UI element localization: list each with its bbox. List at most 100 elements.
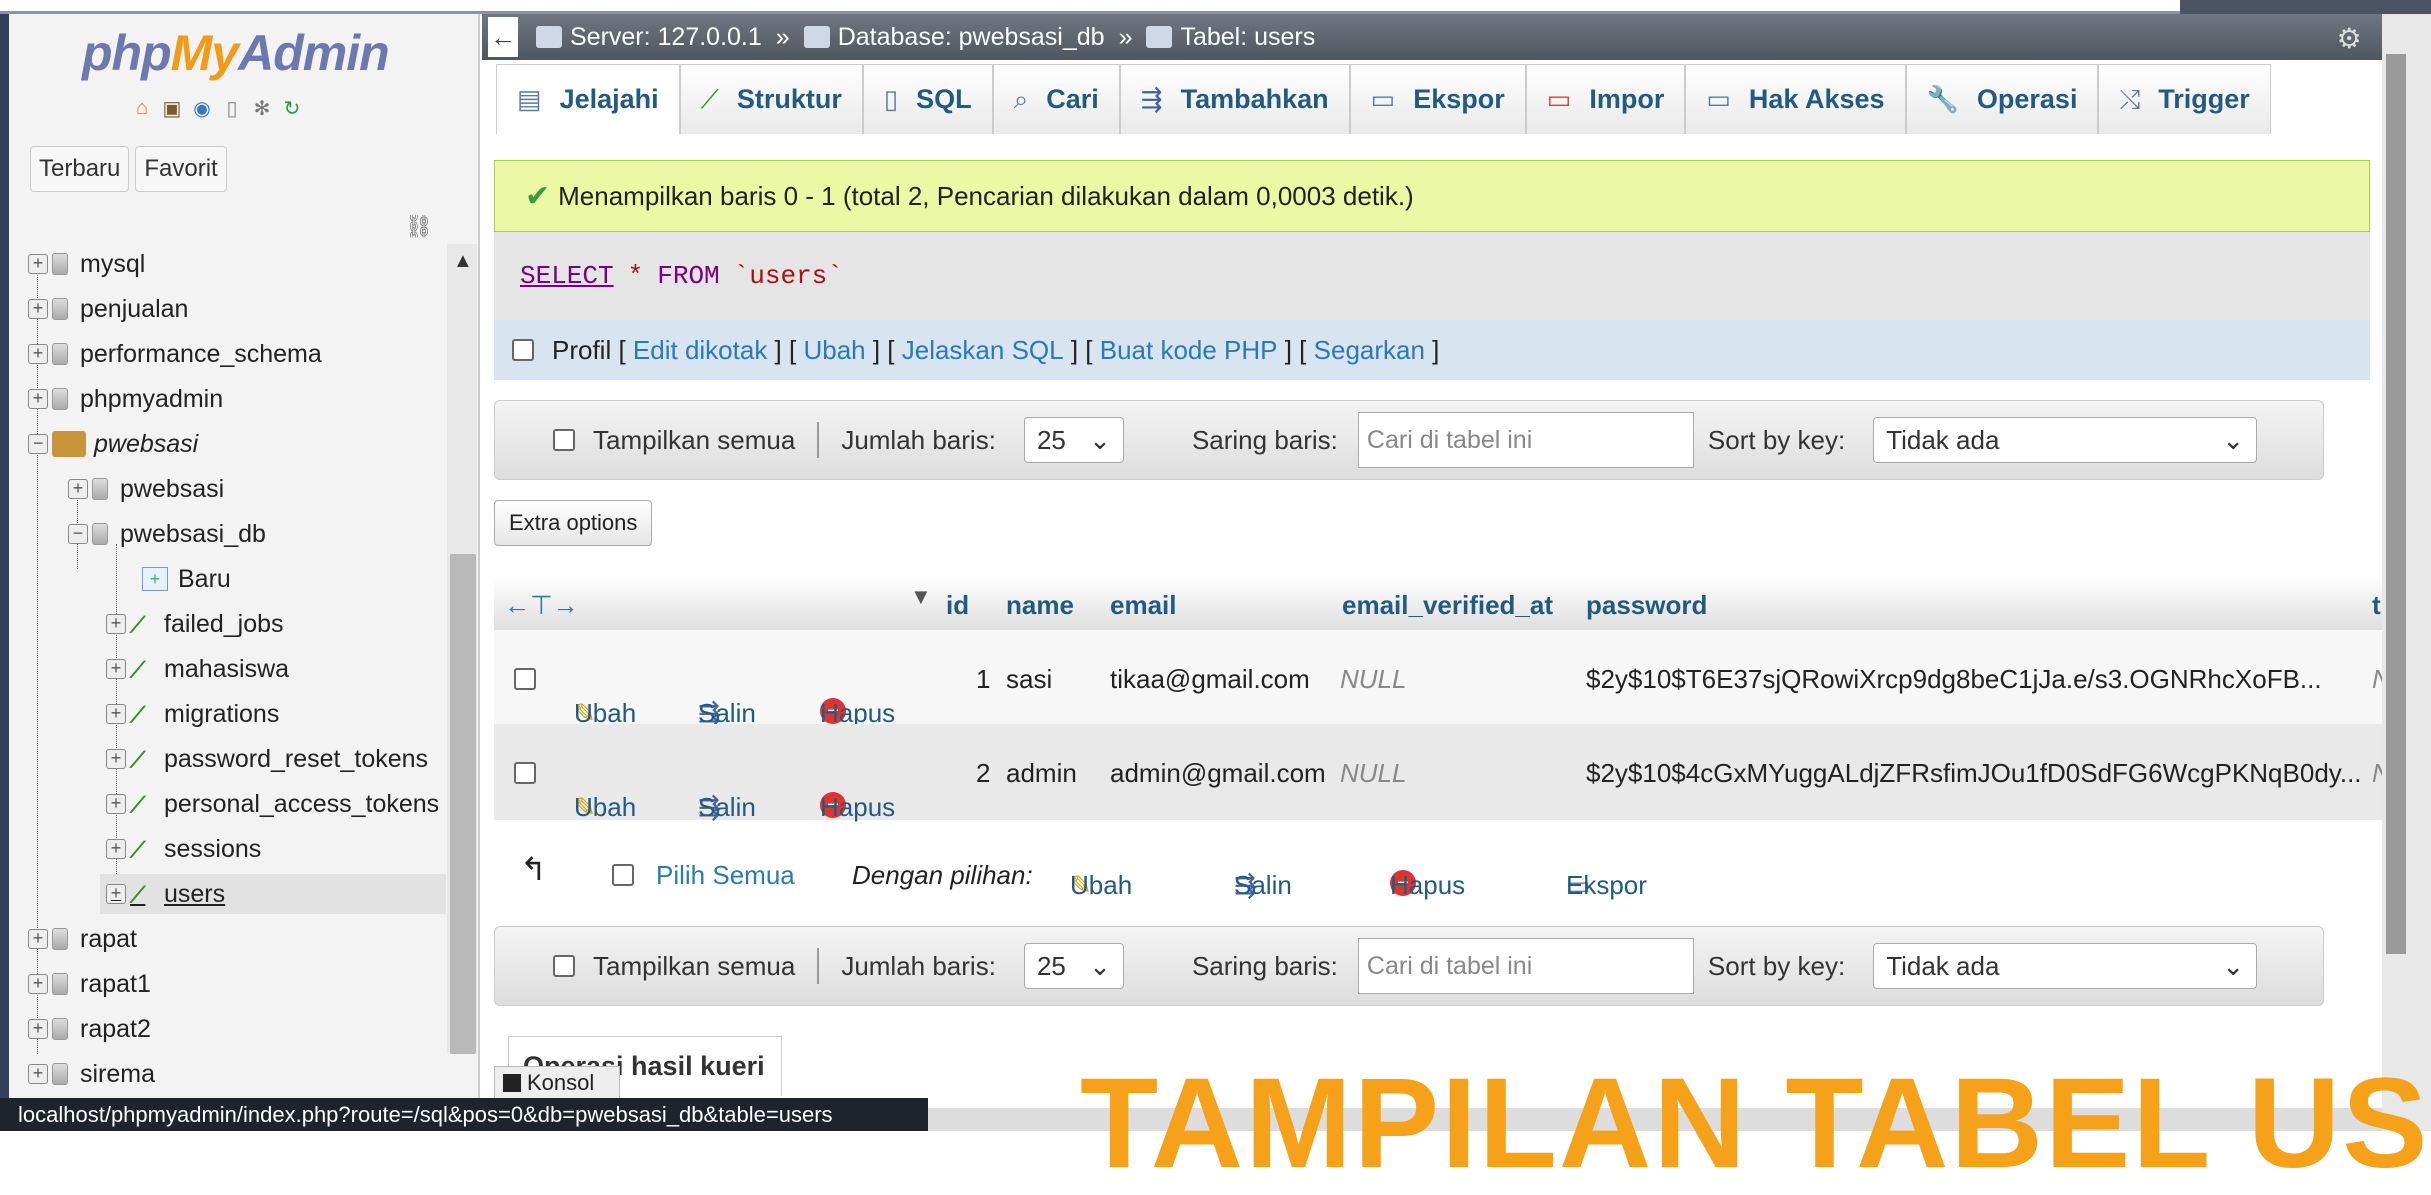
expand-icon[interactable]: + [106,659,126,679]
tree-item-pwebsasi-group[interactable]: − pwebsasi [28,424,198,464]
sort-triangle-icon[interactable]: ▼ [910,584,932,610]
cell-email-verified-at[interactable]: NULL [1340,664,1406,695]
reload-icon[interactable]: ↻ [280,96,304,120]
explain-sql-link[interactable]: Jelaskan SQL [902,335,1064,366]
page-scroll-thumb[interactable] [2386,54,2406,954]
expand-icon[interactable]: + [106,704,126,724]
tree-item-sessions[interactable]: + ⟋ sessions [106,829,261,869]
column-arrows-icon[interactable]: ←⊤→ [504,590,579,621]
exit-icon[interactable]: ▣ [160,96,184,120]
expand-icon[interactable]: + [28,1064,48,1084]
expand-icon[interactable]: + [106,614,126,634]
cell-password[interactable]: $2y$10$T6E37sjQRowiXrcp9dg8beC1jJa.e/s3.… [1586,664,2322,695]
sort-select[interactable]: Tidak ada ⌄ [1873,943,2258,989]
tab-search[interactable]: ⌕ Cari [992,64,1120,134]
tree-item-pwebsasi-db[interactable]: − pwebsasi_db [68,514,266,554]
expand-icon[interactable]: + [28,389,48,409]
show-all-checkbox[interactable] [553,955,575,977]
select-all-link[interactable]: Pilih Semua [656,860,795,891]
filter-input[interactable]: Cari di tabel ini [1357,412,1694,468]
create-php-code-link[interactable]: Buat kode PHP [1100,335,1278,366]
expand-icon[interactable]: + [106,839,126,859]
tree-item-mahasiswa[interactable]: + ⟋ mahasiswa [106,649,289,689]
cell-email-verified-at[interactable]: NULL [1340,758,1406,789]
sql-keyword-select[interactable]: SELECT [520,261,614,291]
tree-item-new-table[interactable]: + Baru [142,559,231,599]
tree-item-sirema[interactable]: + sirema [28,1054,155,1094]
row-checkbox[interactable] [514,762,536,784]
tab-operations[interactable]: 🔧 Operasi [1905,64,2099,134]
cell-password[interactable]: $2y$10$4cGxMYuggALdjZFRsfimJOu1fD0SdFG6W… [1586,758,2362,789]
expand-icon[interactable]: + [106,794,126,814]
tree-item-password-reset-tokens[interactable]: + ⟋ password_reset_tokens [106,739,448,779]
tree-item-penjualan[interactable]: + penjualan [28,289,188,329]
extra-options-button[interactable]: Extra options [494,500,653,546]
cell-name[interactable]: admin [1006,758,1077,789]
cell-email[interactable]: admin@gmail.com [1110,758,1326,789]
cell-email[interactable]: tikaa@gmail.com [1110,664,1310,695]
link-icon[interactable]: ⛓ [405,214,433,240]
tab-structure[interactable]: ⟋ Struktur [679,64,863,134]
tab-sql[interactable]: ▯ SQL [862,64,993,134]
column-header-email-verified-at[interactable]: email_verified_at [1342,590,1553,621]
edit-inline-link[interactable]: Edit dikotak [633,335,767,366]
tab-export[interactable]: ▭ Ekspor [1349,64,1526,134]
page-scrollbar[interactable] [2382,14,2431,1131]
rows-select[interactable]: 25 ⌄ [1023,943,1124,989]
expand-icon[interactable]: + [106,749,126,769]
collapse-nav-button[interactable]: ← [488,17,518,57]
tree-item-migrations[interactable]: + ⟋ migrations [106,694,279,734]
column-header-truncated[interactable]: t [2372,590,2381,621]
cell-name[interactable]: sasi [1006,664,1052,695]
tab-privileges[interactable]: ▭ Hak Akses [1685,64,1906,134]
cell-id[interactable]: 2 [976,758,990,789]
tree-item-users[interactable]: + ⟋ users [100,874,446,914]
tree-item-personal-access-tokens[interactable]: + ⟋ personal_access_tokens [106,784,448,824]
tree-item-pwebsasi[interactable]: + pwebsasi [68,469,224,509]
tree-item-mysql[interactable]: + mysql [28,244,145,284]
select-all-checkbox[interactable] [612,864,634,886]
tab-browse[interactable]: ▤ Jelajahi [496,64,680,134]
gear-icon[interactable]: ✻ [250,96,274,120]
breadcrumb-server[interactable]: Server: 127.0.0.1 [536,23,762,52]
expand-icon[interactable]: + [28,974,48,994]
rows-select[interactable]: 25 ⌄ [1023,417,1124,463]
tree-item-performance-schema[interactable]: + performance_schema [28,334,322,374]
expand-icon[interactable]: + [28,929,48,949]
help-icon[interactable]: ◉ [190,96,214,120]
breadcrumb-table[interactable]: Tabel: users [1146,23,1315,52]
column-header-email[interactable]: email [1110,590,1177,621]
tab-insert[interactable]: ⇶ Tambahkan [1119,64,1350,134]
nav-tab-recent[interactable]: Terbaru [30,146,130,192]
tab-triggers[interactable]: ⤭ Trigger [2098,64,2271,134]
breadcrumb-database[interactable]: Database: pwebsasi_db [803,23,1105,52]
expand-icon[interactable]: + [106,884,126,904]
docs-icon[interactable]: ▯ [220,96,244,120]
profiling-checkbox[interactable] [512,339,534,361]
edit-query-link[interactable]: Ubah [803,335,865,366]
expand-icon[interactable]: + [28,299,48,319]
tree-item-failed-jobs[interactable]: + ⟋ failed_jobs [106,604,284,644]
phpmyadmin-logo[interactable]: phpMyAdmin [82,24,390,82]
tree-item-rapat2[interactable]: + rapat2 [28,1009,151,1049]
filter-input[interactable]: Cari di tabel ini [1357,938,1694,994]
sort-select[interactable]: Tidak ada ⌄ [1873,417,2258,463]
refresh-link[interactable]: Segarkan [1314,335,1425,366]
nav-scroll-thumb[interactable] [450,554,476,1054]
sql-query-box[interactable]: SELECT * FROM `users` [494,232,2370,320]
tree-item-rapat[interactable]: + rapat [28,919,137,959]
cell-id[interactable]: 1 [976,664,990,695]
collapse-icon[interactable]: − [68,524,88,544]
console-button[interactable]: Konsol [494,1066,620,1100]
column-header-name[interactable]: name [1006,590,1074,621]
column-header-password[interactable]: password [1586,590,1707,621]
expand-icon[interactable]: + [28,344,48,364]
expand-icon[interactable]: + [68,479,88,499]
scroll-up-icon[interactable]: ▲ [453,250,473,273]
collapse-icon[interactable]: − [28,434,48,454]
tree-item-rapat1[interactable]: + rapat1 [28,964,151,1004]
show-all-checkbox[interactable] [553,429,575,451]
nav-tab-favorites[interactable]: Favorit [135,146,227,192]
row-checkbox[interactable] [514,668,536,690]
tree-item-phpmyadmin[interactable]: + phpmyadmin [28,379,223,419]
